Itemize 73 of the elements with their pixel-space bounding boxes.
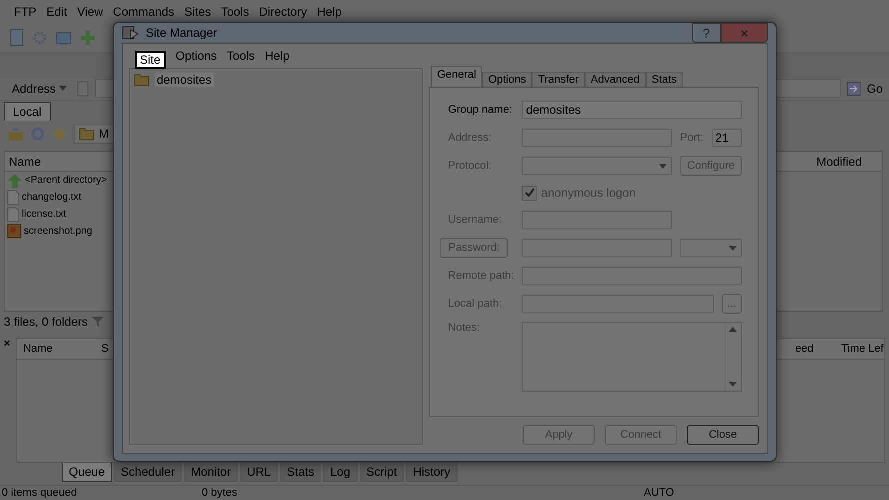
field-label: Port:	[680, 131, 704, 146]
panel-tab[interactable]: Log	[323, 463, 358, 482]
caret-icon	[729, 246, 737, 250]
menu-item[interactable]: Tools	[221, 5, 250, 20]
dialog-button[interactable]: Close	[687, 425, 759, 445]
field-label: Username:	[448, 213, 504, 228]
window-title: Site Manager	[146, 26, 218, 40]
panel-tab[interactable]: Scheduler	[114, 463, 182, 482]
help-button[interactable]: ?	[692, 23, 721, 43]
check-icon	[524, 188, 535, 198]
up-folder-icon	[8, 126, 24, 142]
go-button[interactable]: Go	[866, 82, 883, 96]
menu-item[interactable]: Site	[135, 51, 166, 69]
menu-item[interactable]: Commands	[113, 5, 175, 20]
local-tab[interactable]: Local	[4, 102, 51, 122]
menu-item[interactable]: FTP	[14, 5, 37, 20]
status-text: 0 items queued	[1, 486, 78, 500]
column-header[interactable]: Modified	[816, 154, 862, 169]
menu-item[interactable]: View	[77, 5, 104, 20]
settings-tab[interactable]: General	[431, 66, 482, 87]
panel-tab[interactable]: Stats	[280, 463, 322, 482]
gear-icon	[32, 30, 48, 46]
caret-icon	[729, 382, 737, 387]
file-count-text: 3 files, 0 folders	[4, 314, 88, 329]
menu-item[interactable]: Directory	[259, 5, 308, 20]
file-name[interactable]: changelog.txt	[22, 192, 82, 204]
field-label: Protocol:	[448, 159, 493, 174]
panel-tab[interactable]: URL	[240, 463, 278, 482]
checkbox-label: anonymous logon	[541, 186, 636, 200]
filter-icon	[91, 316, 106, 328]
status-text: AUTO	[643, 486, 676, 500]
menu-item[interactable]: Options	[176, 49, 218, 63]
settings-tab[interactable]: Options	[482, 72, 532, 87]
field-label: Local path:	[448, 297, 504, 312]
column-header[interactable]: Name	[17, 342, 96, 355]
field-label: Notes:	[448, 322, 482, 336]
file-name[interactable]: license.txt	[22, 209, 66, 220]
document-icon	[7, 190, 20, 206]
caret-icon	[659, 164, 668, 168]
menu-item[interactable]: Sites	[184, 5, 212, 20]
menu-item[interactable]: Edit	[46, 5, 68, 20]
field-label: Group name:	[448, 103, 514, 118]
settings-tab[interactable]: Transfer	[532, 72, 585, 87]
plus-icon	[80, 30, 96, 46]
panel-tab[interactable]: Queue	[62, 463, 112, 482]
panel-tab[interactable]: History	[406, 463, 458, 482]
settings-tab[interactable]: Stats	[646, 72, 683, 87]
caret-icon	[59, 86, 68, 92]
file-name[interactable]: screenshot.png	[24, 226, 92, 238]
panel-tab[interactable]: Script	[360, 463, 404, 482]
column-header[interactable]: eed	[789, 342, 836, 355]
group-name-field[interactable]: demosites	[522, 101, 742, 119]
column-header[interactable]: Time Lef	[835, 342, 884, 355]
column-header[interactable]: Name	[9, 154, 42, 169]
field-label: Address:	[448, 131, 493, 146]
document-icon	[7, 206, 20, 223]
menu-item[interactable]: Help	[265, 49, 290, 63]
site-manager-icon	[122, 25, 140, 41]
path-text: M	[99, 127, 109, 142]
close-button[interactable]: ×	[4, 338, 10, 350]
password-type-dropdown[interactable]	[680, 239, 742, 257]
menu-item[interactable]: Tools	[227, 49, 256, 63]
menu-item[interactable]: Help	[317, 5, 342, 20]
field-label: Remote path:	[448, 269, 516, 284]
address-dropdown[interactable]: Address	[12, 82, 72, 96]
image-file-icon	[7, 224, 22, 240]
status-text: 0 bytes	[201, 486, 238, 500]
tree-item[interactable]: demosites	[155, 73, 214, 87]
up-arrow-icon	[7, 172, 23, 189]
star-icon	[52, 126, 68, 142]
file-name[interactable]: <Parent directory>	[25, 175, 108, 186]
panel-tab[interactable]: Monitor	[184, 463, 238, 482]
settings-tab[interactable]: Advanced	[584, 72, 646, 87]
